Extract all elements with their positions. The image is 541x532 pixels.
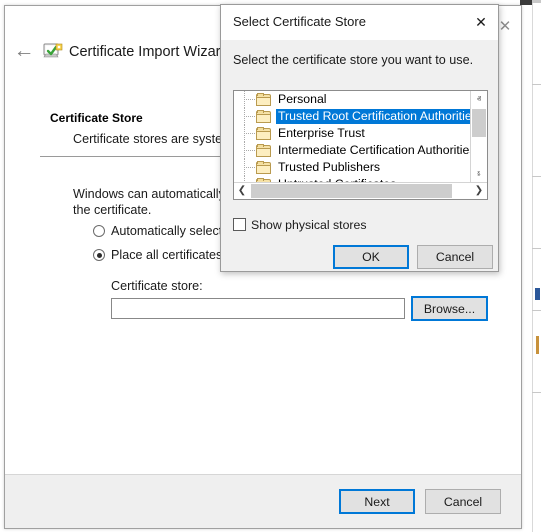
certificate-store-input[interactable] [111,298,405,319]
folder-icon [256,110,271,123]
background-edge-tick [532,0,541,3]
dialog-titlebar: Select Certificate Store ✕ [221,5,498,40]
tree-item-intermediate-certification-authorities[interactable]: Intermediate Certification Authorities [234,142,470,159]
tree-connector-icon [242,108,256,125]
tree-item-trusted-publishers[interactable]: Trusted Publishers [234,159,470,176]
vertical-scrollbar-thumb[interactable] [472,109,486,137]
tree-connector-icon [242,91,256,108]
show-physical-stores-checkbox[interactable]: Show physical stores [233,218,367,232]
browse-button[interactable]: Browse... [411,296,488,321]
close-icon[interactable]: ✕ [468,10,494,34]
tree-item-label: Enterprise Trust [278,126,365,140]
horizontal-scrollbar-thumb[interactable] [251,184,452,198]
tree-connector-icon [242,125,256,142]
tree-item-label: Intermediate Certification Authorities [278,143,470,157]
tree-item-enterprise-trust[interactable]: Enterprise Trust [234,125,470,142]
background-edge-tick [532,392,541,393]
horizontal-scrollbar[interactable]: ❮ ❯ [234,182,487,199]
tree-connector-icon [242,159,256,176]
scroll-left-icon[interactable]: ❮ [234,183,250,199]
folder-icon [256,161,271,174]
background-edge-accent [536,336,539,354]
ok-button[interactable]: OK [333,245,409,269]
page-title: Certificate Store [50,111,143,125]
certificate-store-label: Certificate store: [111,279,203,293]
tree-item-label: Trusted Root Certification Authorities [276,109,470,124]
background-edge-tick [532,176,541,177]
dialog-title: Select Certificate Store [233,14,366,29]
background-edge-tick [532,310,541,311]
dialog-cancel-button[interactable]: Cancel [417,245,493,269]
radio-icon-selected [93,249,105,261]
radio-icon-unselected [93,225,105,237]
tree-connector-icon [242,142,256,159]
scroll-right-icon[interactable]: ❯ [471,183,487,199]
certificate-wizard-icon [43,42,63,62]
tree-item-label: Personal [278,92,327,106]
vertical-scrollbar[interactable]: ⱏ ⱛ [470,91,487,182]
background-window-right-edge [532,0,541,532]
back-button[interactable]: ← [11,39,37,63]
screen-root: ← Certificate Import Wizard ✕ Certificat… [0,0,541,532]
scroll-down-icon[interactable]: ⱛ [471,166,487,182]
tree-item-label: Trusted Publishers [278,160,381,174]
folder-icon [256,144,271,157]
next-button[interactable]: Next [339,489,415,514]
checkbox-label: Show physical stores [251,218,367,232]
background-edge-tick [532,248,541,249]
folder-icon [256,93,271,106]
cancel-button[interactable]: Cancel [425,489,501,514]
checkbox-icon [233,218,246,231]
folder-icon [256,127,271,140]
page-subtitle: Certificate stores are system a [73,132,244,146]
background-edge-tick [532,84,541,85]
dialog-prompt: Select the certificate store you want to… [233,53,474,67]
tree-item-trusted-root-certification-authorities[interactable]: Trusted Root Certification Authorities [234,108,470,125]
wizard-title: Certificate Import Wizard [69,44,229,60]
scroll-up-icon[interactable]: ⱏ [471,91,487,107]
tree-item-list: Personal Trusted Root Certification Auth… [234,91,470,182]
tree-item-personal[interactable]: Personal [234,91,470,108]
background-edge-accent [535,288,540,300]
select-certificate-store-dialog: Select Certificate Store ✕ Select the ce… [220,4,499,272]
certificate-store-tree[interactable]: Personal Trusted Root Certification Auth… [233,90,488,200]
wizard-footer: Next Cancel [5,474,521,528]
